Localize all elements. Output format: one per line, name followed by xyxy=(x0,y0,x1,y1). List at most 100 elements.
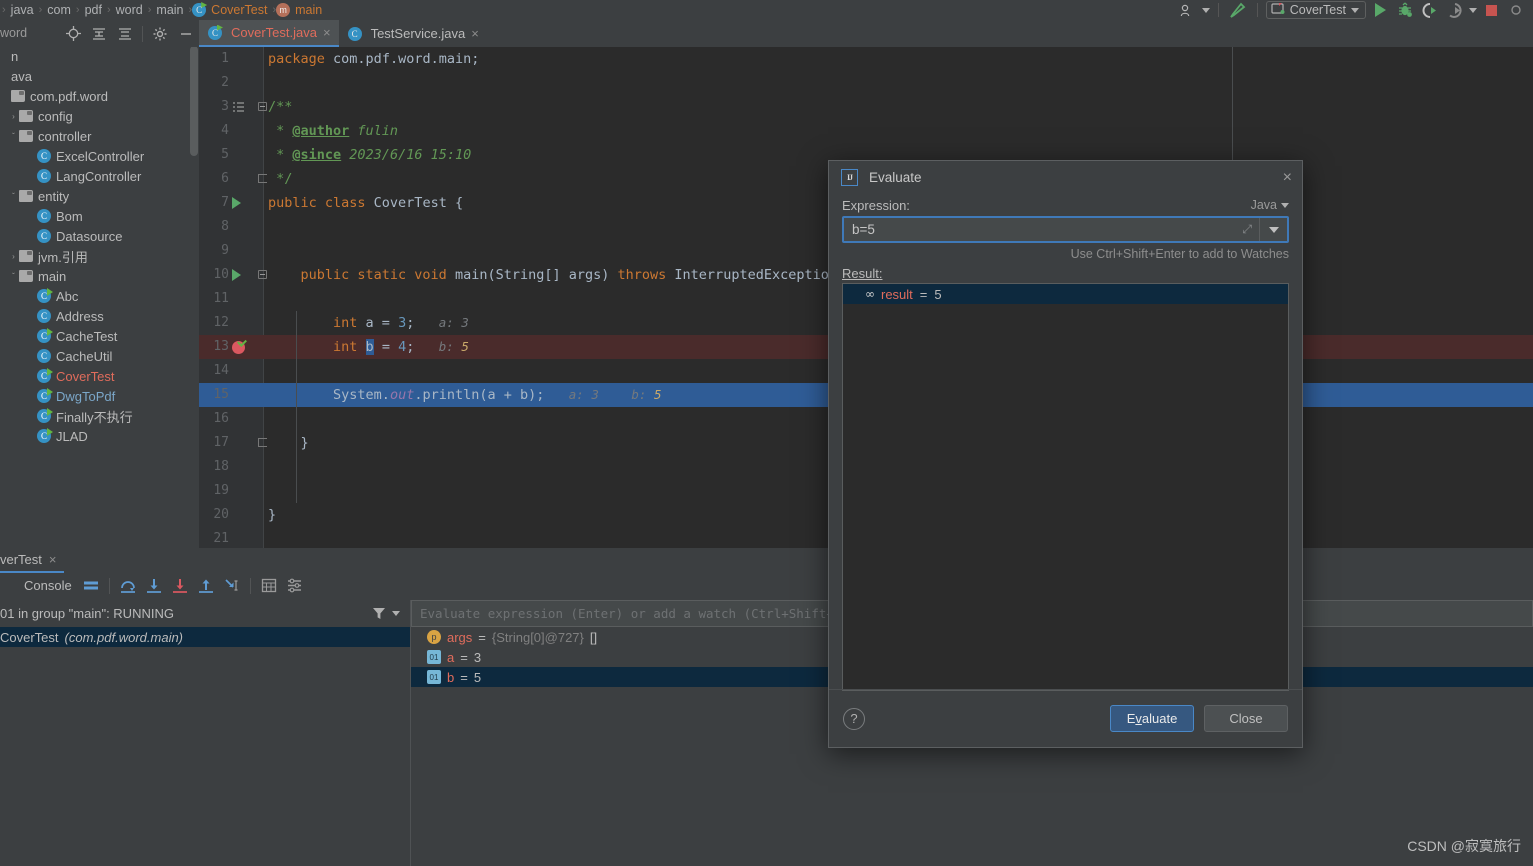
folder-icon xyxy=(19,250,33,262)
line-number: 2 xyxy=(221,75,229,90)
settings-gear-icon[interactable] xyxy=(147,21,173,47)
tree-node[interactable]: CacheTest xyxy=(0,326,191,346)
editor-tab-testservice[interactable]: TestService.java × xyxy=(339,20,487,47)
run-to-cursor-icon[interactable] xyxy=(219,574,245,598)
editor-line[interactable]: 3 /** xyxy=(199,95,1533,119)
tree-node[interactable]: CoverTest xyxy=(0,366,191,386)
debug-session-tab[interactable]: verTest × xyxy=(0,548,64,573)
fold-end-icon[interactable] xyxy=(256,167,268,191)
tree-node[interactable]: DwgToPdf xyxy=(0,386,191,406)
collapse-all-icon[interactable] xyxy=(112,21,138,47)
run-gutter-icon[interactable] xyxy=(232,263,241,287)
tree-node[interactable]: Finally不执行 xyxy=(0,406,191,426)
evaluate-icon[interactable] xyxy=(256,574,282,598)
help-button[interactable]: ? xyxy=(843,707,865,730)
expand-all-icon[interactable] xyxy=(86,21,112,47)
breakpoint-icon[interactable] xyxy=(232,335,245,359)
more-icon[interactable] xyxy=(1505,1,1527,19)
tree-node[interactable]: CacheUtil xyxy=(0,346,191,366)
project-tree[interactable]: n ava com.pdf.word › config ˇ controller ExcelC… xyxy=(0,46,191,446)
javadoc-gutter-icon[interactable] xyxy=(232,95,245,119)
tree-node[interactable]: Abc xyxy=(0,286,191,306)
user-profile-icon[interactable] xyxy=(1177,1,1199,19)
console-tab[interactable]: Console xyxy=(10,578,78,593)
chevron-down-icon[interactable] xyxy=(392,611,400,616)
stack-frame-row[interactable]: CoverTest (com.pdf.word.main) xyxy=(0,627,410,647)
build-icon[interactable] xyxy=(1227,1,1249,19)
editor-line[interactable]: 2 xyxy=(199,71,1533,95)
run-with-coverage-icon[interactable] xyxy=(1419,1,1441,19)
close-icon[interactable]: × xyxy=(471,26,479,41)
close-icon[interactable]: × xyxy=(1283,169,1292,186)
tree-node[interactable]: Bom xyxy=(0,206,191,226)
tree-node[interactable]: LangController xyxy=(0,166,191,186)
tree-node[interactable]: ˇ controller xyxy=(0,126,191,146)
expression-history-dropdown[interactable] xyxy=(1259,218,1287,241)
tree-node[interactable]: n xyxy=(0,46,191,66)
tree-node[interactable]: Address xyxy=(0,306,191,326)
locate-icon[interactable] xyxy=(60,21,86,47)
primitive-value-icon: 01 xyxy=(427,670,441,684)
step-out-icon[interactable] xyxy=(193,574,219,598)
tree-node[interactable]: JLAD xyxy=(0,426,191,446)
chevron-down-icon[interactable] xyxy=(1201,7,1210,13)
chevron-icon[interactable]: ˇ xyxy=(8,192,19,201)
evaluate-dialog[interactable]: IJ Evaluate × Expression: Java b=5 ⤢ Use… xyxy=(828,160,1303,748)
debug-icon[interactable] xyxy=(1394,1,1416,19)
tree-node[interactable]: › jvm.引用 xyxy=(0,246,191,266)
breadcrumb-item-pdf[interactable]: pdf xyxy=(80,3,107,17)
close-icon[interactable]: × xyxy=(49,552,57,567)
run-gutter-icon[interactable] xyxy=(232,191,241,215)
chevron-icon[interactable]: ˇ xyxy=(8,272,19,281)
tree-node[interactable]: ˇ entity xyxy=(0,186,191,206)
tree-node[interactable]: ExcelController xyxy=(0,146,191,166)
editor-tab-covertest[interactable]: CoverTest.java × xyxy=(199,20,339,47)
frames-icon[interactable] xyxy=(78,574,104,598)
language-selector[interactable]: Java xyxy=(1251,198,1289,212)
stop-icon[interactable] xyxy=(1480,1,1502,19)
breadcrumb-class[interactable]: CoverTest xyxy=(209,3,272,17)
close-icon[interactable]: × xyxy=(323,25,331,40)
breadcrumb-item-word[interactable]: word xyxy=(111,3,148,17)
fold-end-icon[interactable] xyxy=(256,431,268,455)
result-row[interactable]: ∞ result = 5 xyxy=(843,284,1288,304)
breadcrumb-item-com[interactable]: com xyxy=(42,3,76,17)
fold-collapse-icon[interactable] xyxy=(256,95,268,119)
expand-editor-icon[interactable]: ⤢ xyxy=(1242,222,1259,237)
tree-node[interactable]: ava xyxy=(0,66,191,86)
java-class-icon xyxy=(37,309,51,323)
chevron-icon[interactable]: ˇ xyxy=(8,132,19,141)
tree-node[interactable]: › config xyxy=(0,106,191,126)
result-tree[interactable]: ∞ result = 5 xyxy=(842,283,1289,691)
profiler-icon[interactable] xyxy=(1444,1,1466,19)
hide-icon[interactable] xyxy=(173,21,199,47)
editor-line[interactable]: 4 * @author fulin xyxy=(199,119,1533,143)
chevron-icon[interactable]: › xyxy=(8,252,19,261)
thread-selector[interactable]: 01 in group "main": RUNNING xyxy=(0,600,410,627)
tree-node[interactable]: Datasource xyxy=(0,226,191,246)
chevron-down-icon[interactable] xyxy=(1469,7,1477,13)
run-configuration-selector[interactable]: CoverTest xyxy=(1265,1,1366,19)
breadcrumb-item-main[interactable]: main xyxy=(151,3,188,17)
run-icon[interactable] xyxy=(1369,1,1391,19)
dialog-buttons: Ev aluate Close xyxy=(1110,705,1288,732)
frames-filter[interactable] xyxy=(372,607,410,620)
evaluate-button[interactable]: Ev aluate xyxy=(1110,705,1194,732)
fold-collapse-icon[interactable] xyxy=(256,263,268,287)
tree-node[interactable]: ˇ main xyxy=(0,266,191,286)
dialog-title-bar[interactable]: IJ Evaluate × xyxy=(829,161,1302,194)
editor-line[interactable]: 1 package com.pdf.word.main; xyxy=(199,47,1533,71)
close-button[interactable]: Close xyxy=(1204,705,1288,732)
step-into-icon[interactable] xyxy=(141,574,167,598)
breadcrumb-method[interactable]: main xyxy=(293,3,327,17)
line-number: 6 xyxy=(221,171,229,186)
editor-tab-bar: CoverTest.java × TestService.java × xyxy=(60,20,1533,47)
chevron-icon[interactable]: › xyxy=(8,112,19,121)
expression-input[interactable]: b=5 ⤢ xyxy=(842,216,1289,243)
project-scrollbar-thumb[interactable] xyxy=(190,46,198,156)
step-over-icon[interactable] xyxy=(115,574,141,598)
force-step-into-icon[interactable] xyxy=(167,574,193,598)
breadcrumb-item-java[interactable]: java xyxy=(6,3,39,17)
debug-settings-icon[interactable] xyxy=(282,574,308,598)
tree-node[interactable]: com.pdf.word xyxy=(0,86,191,106)
